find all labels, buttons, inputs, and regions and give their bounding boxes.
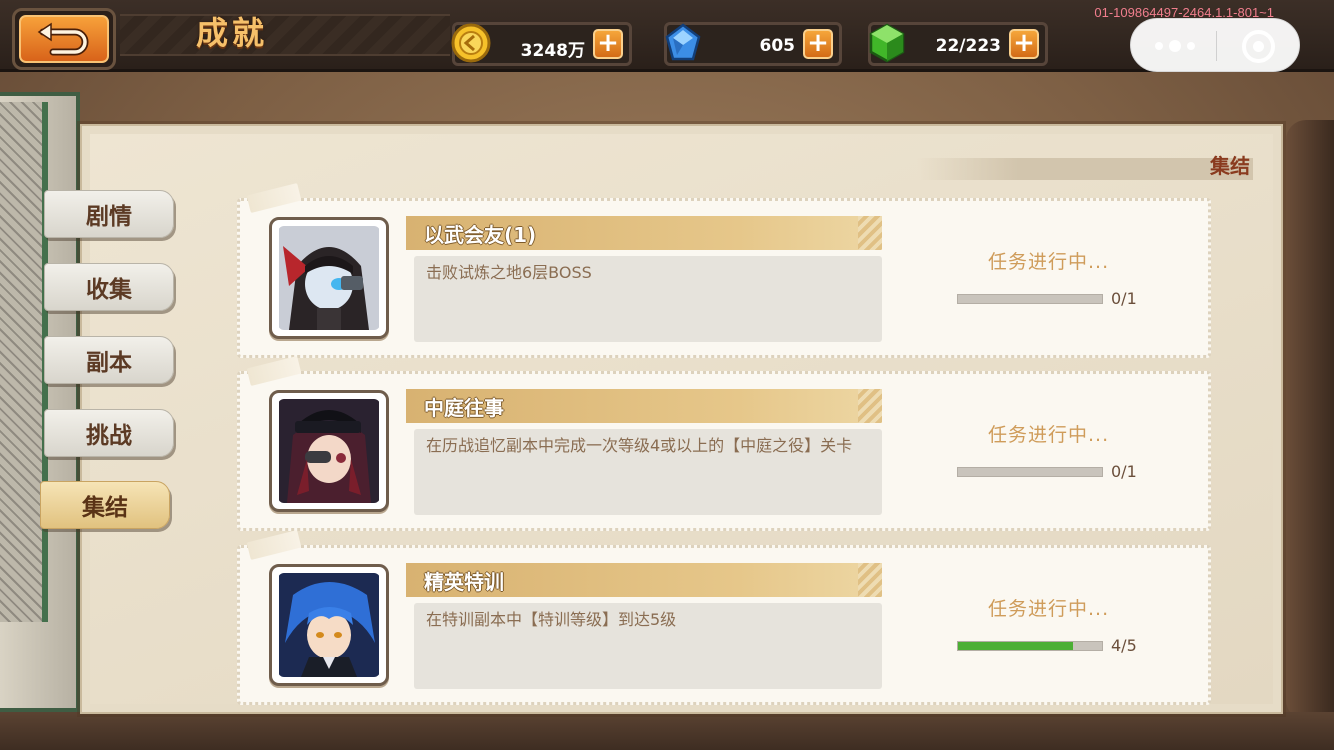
mini-program-capsule bbox=[1130, 18, 1300, 72]
stamina-amount: 22/223 bbox=[935, 36, 1001, 56]
character-portrait bbox=[269, 217, 389, 339]
back-button[interactable] bbox=[12, 8, 116, 70]
progress-bar bbox=[957, 467, 1103, 477]
progress-bar bbox=[957, 641, 1103, 651]
tab-story[interactable]: 剧情 bbox=[44, 190, 174, 238]
achievement-card[interactable]: 中庭往事 在历战追忆副本中完成一次等级4或以上的【中庭之役】关卡 任务进行中..… bbox=[237, 371, 1211, 531]
character-portrait bbox=[269, 564, 389, 686]
bottom-wood-edge bbox=[0, 712, 1334, 750]
pale-masked-character-icon bbox=[279, 226, 379, 330]
progress-count: 0/1 bbox=[1111, 289, 1137, 308]
add-stamina-button[interactable]: + bbox=[1009, 29, 1039, 59]
left-book-cover bbox=[0, 102, 48, 622]
achievement-title: 精英特训 bbox=[406, 563, 882, 597]
tab-collection[interactable]: 收集 bbox=[44, 263, 174, 311]
achievement-description: 击败试炼之地6层BOSS bbox=[414, 256, 882, 342]
section-header-bar bbox=[917, 158, 1253, 180]
portrait-image bbox=[278, 573, 380, 677]
achievement-status: 任务进行中... bbox=[988, 598, 1110, 620]
add-gold-button[interactable]: + bbox=[593, 29, 623, 59]
capsule-divider bbox=[1216, 31, 1217, 61]
progress-count: 0/1 bbox=[1111, 462, 1137, 481]
blue-hair-character-icon bbox=[279, 573, 379, 677]
progress-bar-fill bbox=[958, 642, 1074, 650]
right-wood-decoration bbox=[1286, 120, 1334, 720]
portrait-image bbox=[278, 226, 380, 330]
stamina-resource: 22/223 + bbox=[868, 22, 1048, 66]
close-target-icon[interactable] bbox=[1242, 30, 1275, 63]
page-title: 成就 bbox=[196, 14, 269, 52]
achievement-card[interactable]: 以武会友(1) 击败试炼之地6层BOSS 任务进行中... 0/1 bbox=[237, 198, 1211, 358]
blue-gem-icon bbox=[665, 23, 701, 61]
tab-challenge[interactable]: 挑战 bbox=[44, 409, 174, 457]
green-stamina-icon bbox=[869, 23, 905, 63]
gold-amount: 3248万 bbox=[520, 41, 585, 61]
achievement-title: 以武会友(1) bbox=[406, 216, 882, 250]
gold-coin-icon bbox=[451, 23, 491, 63]
back-button-face[interactable] bbox=[19, 15, 109, 63]
achievement-description: 在历战追忆副本中完成一次等级4或以上的【中庭之役】关卡 bbox=[414, 429, 882, 515]
achievement-status: 任务进行中... bbox=[988, 251, 1110, 273]
gem-amount: 605 bbox=[759, 36, 796, 56]
character-portrait bbox=[269, 390, 389, 512]
achievement-card[interactable]: 精英特训 在特训副本中【特训等级】到达5级 任务进行中... 4/5 bbox=[237, 545, 1211, 705]
add-gem-button[interactable]: + bbox=[803, 29, 833, 59]
achievement-description: 在特训副本中【特训等级】到达5级 bbox=[414, 603, 882, 689]
progress-bar bbox=[957, 294, 1103, 304]
title-strip bbox=[120, 14, 450, 56]
gem-resource: 605 + bbox=[664, 22, 842, 66]
achievement-title: 中庭往事 bbox=[406, 389, 882, 423]
portrait-image bbox=[278, 399, 380, 503]
achievement-status: 任务进行中... bbox=[988, 424, 1110, 446]
more-options-button[interactable] bbox=[1155, 36, 1195, 56]
eyepatch-character-icon bbox=[279, 399, 379, 503]
tab-dungeon[interactable]: 副本 bbox=[44, 336, 174, 384]
gold-resource: 3248万 + bbox=[451, 22, 632, 66]
tab-rally[interactable]: 集结 bbox=[40, 481, 170, 529]
section-title: 集结 bbox=[1210, 154, 1250, 178]
return-arrow-icon bbox=[37, 22, 89, 56]
progress-count: 4/5 bbox=[1111, 636, 1137, 655]
